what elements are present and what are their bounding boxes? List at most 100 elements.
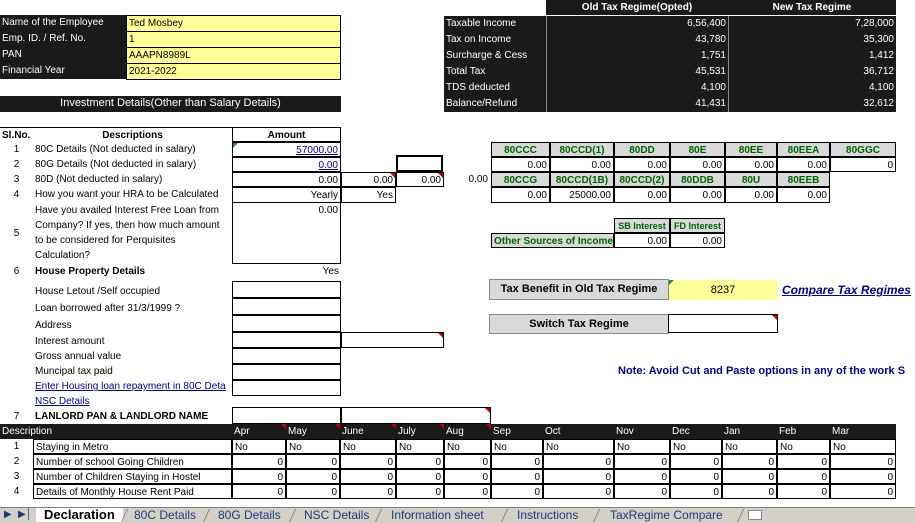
tab-instructions[interactable]: Instructions: [509, 508, 586, 522]
switch-tax-regime-select[interactable]: [668, 314, 778, 333]
tab-80c-details[interactable]: 80C Details: [126, 508, 204, 522]
hp-gross-input[interactable]: [232, 348, 341, 364]
month-value-cell[interactable]: 0: [232, 469, 286, 484]
month-value-cell[interactable]: 0: [722, 469, 777, 484]
month-value-cell[interactable]: 0: [396, 454, 444, 469]
month-value-cell[interactable]: No: [777, 439, 830, 454]
tab-nsc-details[interactable]: NSC Details: [296, 508, 377, 522]
month-value-cell[interactable]: No: [670, 439, 722, 454]
ded-80u-value[interactable]: 0.00: [725, 187, 777, 203]
month-value-cell[interactable]: 0: [286, 484, 340, 499]
ded-80ccd1b-value[interactable]: 25000.00: [550, 187, 614, 203]
ded-80ccd1-value[interactable]: 0.00: [550, 157, 614, 172]
month-value-cell[interactable]: No: [286, 439, 340, 454]
tab-taxregime-compare[interactable]: TaxRegime Compare: [602, 508, 731, 522]
ded-80dd-value[interactable]: 0.00: [614, 157, 670, 172]
tab-scroll-first-icon[interactable]: ▶: [4, 509, 12, 520]
month-value-cell[interactable]: 0: [830, 454, 896, 469]
month-value-cell[interactable]: No: [543, 439, 614, 454]
amount-80g-link[interactable]: 0.00: [232, 157, 341, 172]
nsc-details-link[interactable]: NSC Details: [33, 394, 232, 409]
month-value-cell[interactable]: 0: [722, 484, 777, 499]
month-value-cell[interactable]: 0: [444, 484, 491, 499]
hp-interest-input[interactable]: [232, 332, 341, 348]
month-value-cell[interactable]: 0: [396, 469, 444, 484]
hp-address-input[interactable]: [232, 315, 341, 332]
month-value-cell[interactable]: No: [722, 439, 777, 454]
hra-calculation-select[interactable]: Yearly: [232, 187, 341, 203]
80d-extra-3[interactable]: 0.00: [444, 172, 490, 187]
tab-declaration[interactable]: Declaration: [36, 508, 123, 522]
financial-year-value[interactable]: 2021-2022: [126, 63, 341, 80]
interest-free-loan-amount[interactable]: 0.00: [232, 203, 341, 218]
tab-information-sheet[interactable]: Information sheet: [383, 508, 492, 522]
month-value-cell[interactable]: No: [491, 439, 543, 454]
month-value-cell[interactable]: 0: [491, 469, 543, 484]
month-value-cell[interactable]: 0: [614, 469, 670, 484]
ded-80ccg-value[interactable]: 0.00: [491, 187, 550, 203]
fd-interest-value[interactable]: 0.00: [670, 233, 725, 248]
ded-80eea-value[interactable]: 0.00: [777, 157, 830, 172]
hp-loan-input[interactable]: [232, 298, 341, 315]
month-value-cell[interactable]: 0: [491, 454, 543, 469]
compare-tax-regimes-link[interactable]: Compare Tax Regimes: [780, 283, 915, 299]
month-value-cell[interactable]: 0: [670, 454, 722, 469]
emp-id-value[interactable]: 1: [126, 31, 341, 48]
tab-80g-details[interactable]: 80G Details: [210, 508, 289, 522]
month-value-cell[interactable]: 0: [232, 454, 286, 469]
month-value-cell[interactable]: 0: [830, 484, 896, 499]
ded-80e-value[interactable]: 0.00: [670, 157, 725, 172]
month-value-cell[interactable]: 0: [396, 484, 444, 499]
month-value-cell[interactable]: 0: [286, 454, 340, 469]
hp-interest-extra[interactable]: [341, 332, 444, 348]
80d-extra-2[interactable]: 0.00: [396, 172, 444, 187]
hra-metro-select[interactable]: Yes: [341, 187, 396, 203]
month-value-cell[interactable]: No: [830, 439, 896, 454]
month-value-cell[interactable]: No: [444, 439, 491, 454]
month-value-cell[interactable]: 0: [670, 484, 722, 499]
month-value-cell[interactable]: No: [614, 439, 670, 454]
month-value-cell[interactable]: 0: [614, 454, 670, 469]
house-property-value[interactable]: Yes: [232, 264, 341, 280]
month-value-cell[interactable]: 0: [614, 484, 670, 499]
month-value-cell[interactable]: 0: [340, 454, 396, 469]
housing-loan-80c-link[interactable]: Enter Housing loan repayment in 80C Deta: [33, 379, 232, 394]
switch-tax-regime-button[interactable]: Switch Tax Regime: [489, 314, 669, 334]
month-value-cell[interactable]: 0: [340, 469, 396, 484]
month-value-cell[interactable]: No: [340, 439, 396, 454]
pan-value[interactable]: AAAPN8989L: [126, 47, 341, 64]
month-value-cell[interactable]: 0: [777, 484, 830, 499]
ded-80eeb-value[interactable]: 0.00: [777, 187, 830, 203]
month-value-cell[interactable]: 0: [543, 469, 614, 484]
month-value-cell[interactable]: 0: [777, 469, 830, 484]
amount-80d[interactable]: 0.00: [232, 172, 341, 187]
month-value-cell[interactable]: No: [232, 439, 286, 454]
ded-80ee-value[interactable]: 0.00: [725, 157, 777, 172]
ded-80ggc-value[interactable]: 0: [830, 157, 896, 172]
hp-municipal-input[interactable]: [232, 364, 341, 380]
ded-80ccd2-value[interactable]: 0.00: [614, 187, 670, 203]
ded-80ddb-value[interactable]: 0.00: [670, 187, 725, 203]
month-value-cell[interactable]: 0: [830, 469, 896, 484]
month-value-cell[interactable]: No: [396, 439, 444, 454]
ded-80ccc-value[interactable]: 0.00: [491, 157, 550, 172]
sb-interest-value[interactable]: 0.00: [614, 233, 670, 248]
month-value-cell[interactable]: 0: [444, 469, 491, 484]
landlord-name-input[interactable]: [341, 407, 491, 424]
month-value-cell[interactable]: 0: [232, 484, 286, 499]
month-value-cell[interactable]: 0: [722, 454, 777, 469]
month-value-cell[interactable]: 0: [491, 484, 543, 499]
80d-extra-1[interactable]: 0.00: [341, 172, 396, 187]
month-value-cell[interactable]: 0: [543, 454, 614, 469]
hp-letout-input[interactable]: [232, 281, 341, 298]
selected-cell[interactable]: [396, 155, 443, 172]
new-sheet-icon[interactable]: [748, 510, 762, 520]
month-value-cell[interactable]: 0: [777, 454, 830, 469]
month-value-cell[interactable]: 0: [286, 469, 340, 484]
month-value-cell[interactable]: 0: [340, 484, 396, 499]
amount-80c-link[interactable]: 57000.00: [232, 142, 341, 157]
tab-scroll-last-icon[interactable]: ▶│: [18, 509, 32, 520]
landlord-pan-input[interactable]: [232, 407, 341, 424]
month-value-cell[interactable]: 0: [543, 484, 614, 499]
employee-name-value[interactable]: Ted Mosbey: [126, 15, 341, 32]
